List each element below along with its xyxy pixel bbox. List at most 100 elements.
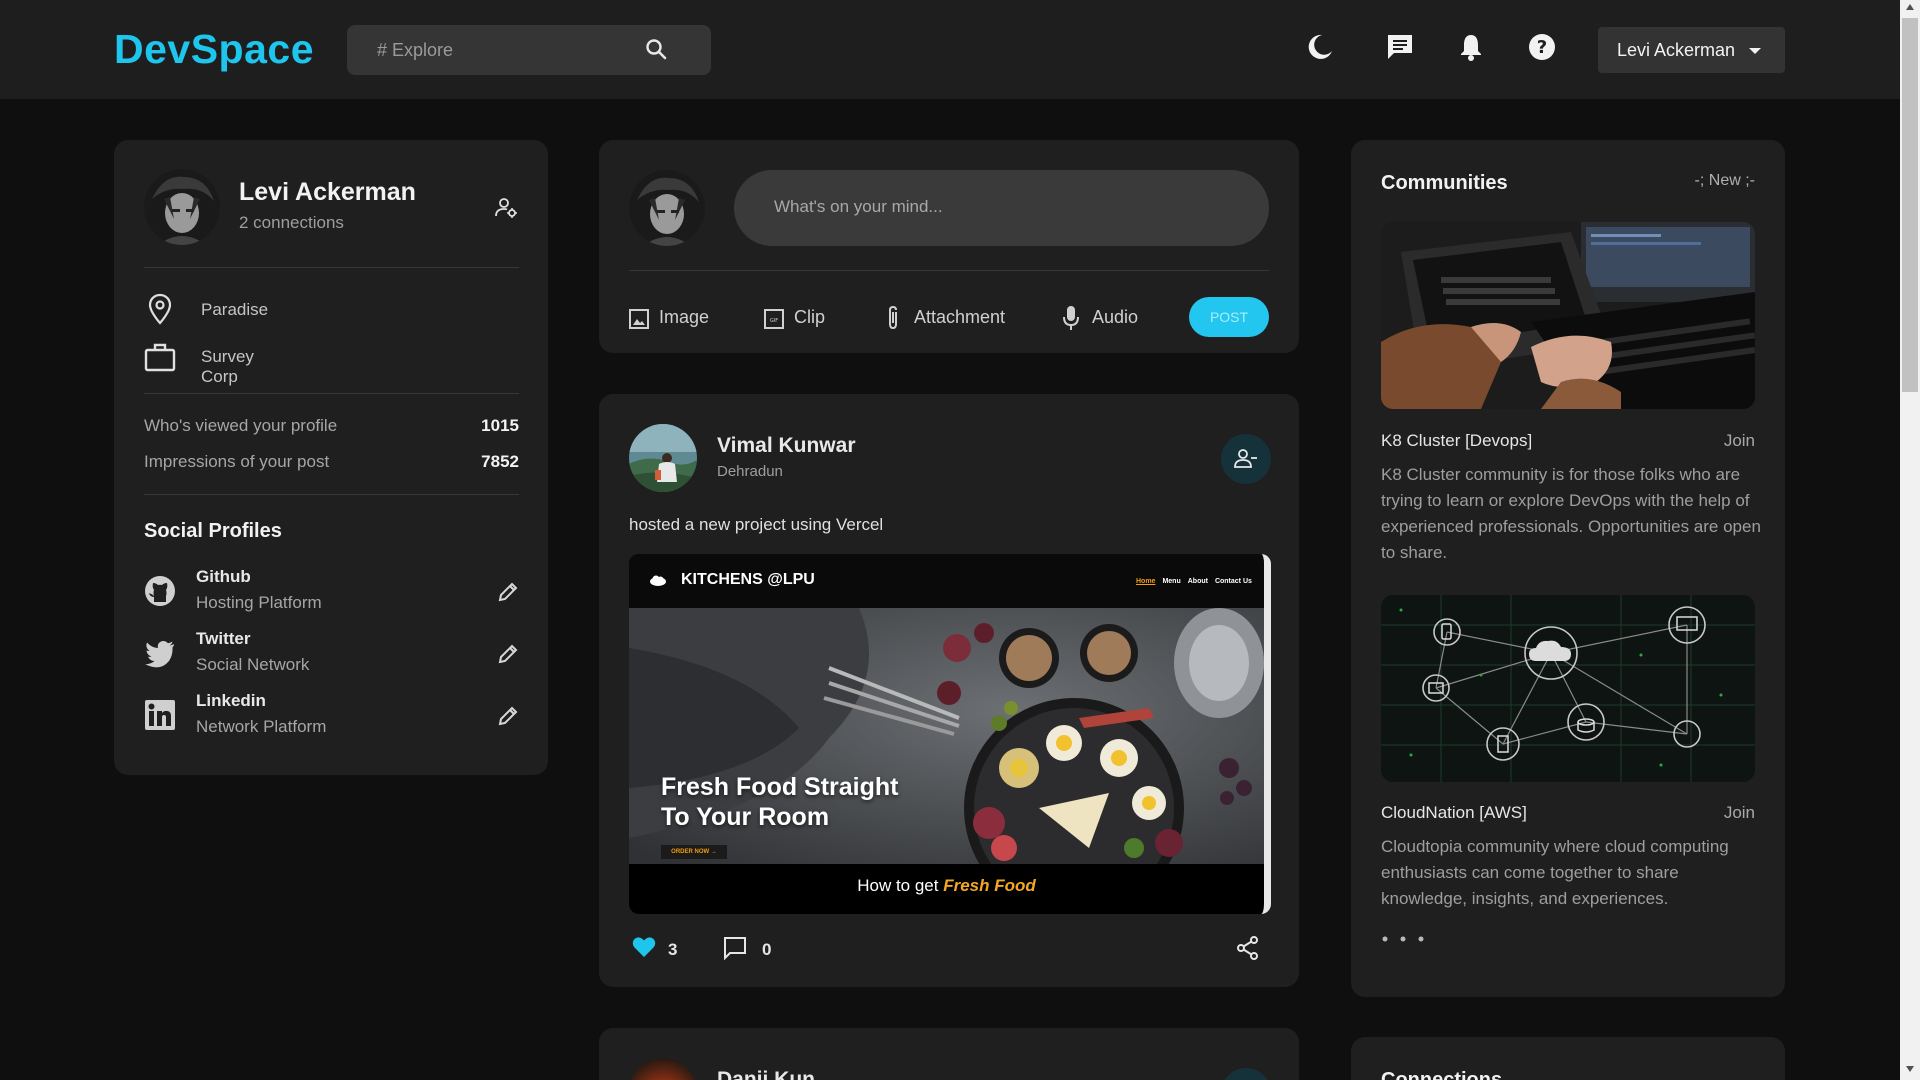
svg-text:GIF: GIF [770, 318, 778, 324]
share-icon[interactable] [1237, 936, 1259, 960]
page-scrollbar[interactable] [1900, 0, 1920, 1080]
community-image-cloud[interactable] [1381, 595, 1755, 782]
comment-count: 0 [762, 940, 772, 959]
profile-name[interactable]: Levi Ackerman [239, 178, 416, 207]
briefcase-icon [144, 342, 176, 372]
post-author-location: Dehradun [717, 463, 783, 480]
github-icon [144, 575, 176, 607]
post-author-name[interactable]: Vimal Kunwar [717, 434, 856, 458]
stat-label: Impressions of your post [144, 452, 330, 471]
media-nav-item: Home [1136, 578, 1156, 585]
media-caption-prefix: How to get [857, 876, 944, 895]
like-heart-icon[interactable] [632, 936, 656, 958]
media-nav-item: Contact Us [1214, 578, 1252, 585]
media-headline: Fresh Food Straight To Your Room [661, 772, 899, 832]
linkedin-icon [144, 699, 176, 731]
scroll-up-arrow-icon[interactable] [1906, 4, 1914, 10]
post-author-avatar[interactable] [629, 1058, 697, 1080]
community-join-button[interactable]: Join [1724, 431, 1755, 451]
scroll-down-arrow-icon[interactable] [1906, 1066, 1914, 1072]
media-nav-item: Menu [1162, 578, 1181, 585]
social-name: Linkedin [196, 691, 266, 710]
organization-text: Survey Corp [201, 347, 254, 386]
community-join-button[interactable]: Join [1724, 803, 1755, 823]
microphone-icon [1062, 305, 1080, 331]
composer-action-label: Audio [1092, 307, 1139, 327]
user-menu-dropdown[interactable]: Levi Ackerman [1598, 27, 1785, 73]
media-headline-line: To Your Room [661, 803, 830, 831]
post-media-preview[interactable]: KITCHENS @LPU Home Menu About Contact Us [629, 554, 1271, 914]
scrollbar-thumb[interactable] [1902, 18, 1918, 392]
social-subtitle: Network Platform [196, 717, 327, 736]
media-caption-highlight: Fresh Food [943, 876, 1036, 895]
add-connection-button[interactable] [1221, 434, 1271, 484]
app-logo[interactable]: DevSpace [114, 26, 314, 73]
search-bar[interactable]: # Explore [347, 25, 711, 75]
post-impressions-stat[interactable]: Impressions of your post 7852 [144, 452, 519, 472]
edit-pencil-icon[interactable] [497, 705, 519, 727]
profile-views-stat[interactable]: Who's viewed your profile 1015 [144, 416, 519, 436]
search-input[interactable]: # Explore [377, 40, 453, 61]
add-connection-button[interactable] [1221, 1068, 1271, 1080]
communities-card: Communities -; New ;- K8 Cluster [Devops… [1351, 140, 1785, 997]
post-author-name[interactable]: Danji Kun [717, 1068, 815, 1080]
post-button[interactable]: POST [1189, 297, 1269, 337]
community-image-k8[interactable] [1381, 222, 1755, 409]
composer-clip-button[interactable]: GIF Clip [764, 303, 834, 331]
divider [629, 270, 1269, 271]
composer-image-button[interactable]: Image [629, 303, 719, 331]
user-menu-name: Levi Ackerman [1617, 40, 1736, 60]
stat-value: 7852 [481, 452, 519, 471]
media-site-brand: KITCHENS @LPU [681, 571, 815, 588]
caret-down-icon [1748, 46, 1762, 56]
new-community-link[interactable]: -; New ;- [1695, 172, 1755, 190]
social-subtitle: Hosting Platform [196, 593, 322, 612]
social-name: Twitter [196, 629, 251, 648]
communities-title: Communities [1381, 172, 1508, 194]
image-icon [629, 309, 649, 329]
media-nav-item: About [1187, 578, 1208, 585]
profile-card: Levi Ackerman 2 connections Paradise Sur… [114, 140, 548, 775]
twitter-icon [144, 637, 176, 669]
stat-label: Who's viewed your profile [144, 416, 338, 435]
social-item-linkedin[interactable]: Linkedin Network Platform [144, 691, 519, 741]
manage-accounts-icon[interactable] [494, 196, 518, 220]
comment-icon[interactable] [723, 936, 747, 960]
social-subtitle: Social Network [196, 655, 310, 674]
composer-audio-button[interactable]: Audio [1062, 303, 1142, 331]
composer-action-label: Image [659, 307, 710, 327]
community-name[interactable]: K8 Cluster [Devops] [1381, 431, 1532, 451]
dark-mode-moon-icon[interactable] [1305, 32, 1335, 62]
feed-post-card: Danji Kun [599, 1028, 1299, 1080]
more-communities-dots-icon[interactable] [1381, 935, 1431, 943]
divider [144, 494, 519, 495]
location-pin-icon [148, 293, 172, 325]
edit-pencil-icon[interactable] [497, 643, 519, 665]
social-item-twitter[interactable]: Twitter Social Network [144, 629, 519, 679]
social-profiles-title: Social Profiles [144, 520, 282, 542]
post-body-text: hosted a new project using Vercel [629, 515, 884, 534]
person-add-icon [1234, 449, 1257, 468]
post-author-avatar[interactable] [629, 424, 697, 492]
search-icon[interactable] [644, 37, 668, 61]
community-name[interactable]: CloudNation [AWS] [1381, 803, 1527, 823]
post-composer-card: What's on your mind... Image GIF Clip At… [599, 140, 1299, 353]
edit-pencil-icon[interactable] [497, 581, 519, 603]
profile-avatar[interactable] [144, 169, 220, 245]
location-text: Paradise [201, 300, 269, 319]
messages-icon[interactable] [1385, 32, 1415, 62]
community-description: Cloudtopia community where cloud computi… [1381, 837, 1729, 908]
notifications-bell-icon[interactable] [1456, 32, 1486, 62]
divider [144, 393, 519, 394]
whats-on-your-mind-input[interactable]: What's on your mind... [734, 170, 1269, 246]
media-headline-line: Fresh Food Straight [661, 773, 899, 801]
connections-card: Connections [1351, 1037, 1785, 1080]
composer-placeholder: What's on your mind... [774, 197, 943, 216]
social-name: Github [196, 567, 251, 586]
help-icon[interactable]: ? [1527, 32, 1557, 62]
composer-attachment-button[interactable]: Attachment [884, 303, 1014, 331]
social-item-github[interactable]: Github Hosting Platform [144, 567, 519, 617]
cloud-logo-icon [649, 575, 667, 586]
community-description: K8 Cluster community is for those folks … [1381, 465, 1761, 562]
profile-connections[interactable]: 2 connections [239, 213, 344, 233]
